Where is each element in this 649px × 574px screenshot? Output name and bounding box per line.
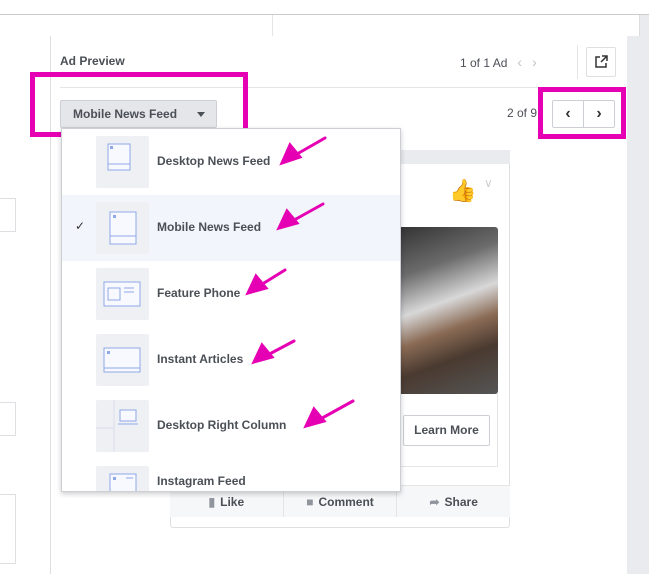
share-label: Share <box>444 494 478 509</box>
like-page-icon[interactable]: 👍 <box>449 178 476 204</box>
external-link-icon <box>595 55 608 68</box>
divider <box>577 45 578 79</box>
menu-item-mobile-news-feed[interactable]: ✓ Mobile News Feed <box>62 195 400 261</box>
ad-count: 1 of 1 Ad ‹ › <box>460 54 537 70</box>
menu-item-label: Instagram Feed <box>157 474 246 488</box>
comment-icon: ■ <box>306 494 314 509</box>
menu-item-label: Feature Phone <box>157 286 241 300</box>
menu-item-desktop-right-column[interactable]: Desktop Right Column <box>62 393 400 459</box>
input-fragment[interactable] <box>0 198 16 232</box>
preview-page-count: 2 of 9 <box>507 106 538 120</box>
top-strip <box>0 15 640 36</box>
input-fragment[interactable] <box>0 494 16 564</box>
desktop-right-column-thumbnail <box>96 400 149 452</box>
menu-item-feature-phone[interactable]: Feature Phone <box>62 261 400 327</box>
placement-menu: Desktop News Feed ✓ Mobile News Feed Fea… <box>61 128 401 492</box>
comment-label: Comment <box>318 494 374 509</box>
desktop-news-feed-thumbnail <box>96 136 149 188</box>
chevron-down-icon[interactable]: ∨ <box>484 176 493 190</box>
share-button[interactable]: ➦ Share <box>397 486 510 517</box>
check-icon: ✓ <box>75 219 86 233</box>
share-icon: ➦ <box>429 494 440 509</box>
menu-item-label: Instant Articles <box>157 352 244 366</box>
menu-item-desktop-news-feed[interactable]: Desktop News Feed <box>62 129 400 195</box>
open-external-button[interactable] <box>586 47 616 77</box>
menu-item-label: Mobile News Feed <box>157 220 262 234</box>
menu-item-instant-articles[interactable]: Instant Articles <box>62 327 400 393</box>
panel-title: Ad Preview <box>60 54 125 68</box>
feature-phone-thumbnail <box>96 268 149 320</box>
ad-image <box>398 227 498 394</box>
input-fragment[interactable] <box>0 402 16 436</box>
instant-articles-thumbnail <box>96 334 149 386</box>
instagram-feed-thumbnail <box>96 466 149 491</box>
mobile-news-feed-thumbnail <box>96 202 149 254</box>
menu-item-instagram-feed[interactable]: Instagram Feed <box>62 459 400 491</box>
next-ad-icon[interactable]: › <box>532 54 537 70</box>
highlight-box <box>538 87 626 139</box>
like-icon: ▮ <box>208 494 216 509</box>
ad-count-text: 1 of 1 Ad <box>460 56 508 70</box>
prev-ad-icon[interactable]: ‹ <box>517 54 522 70</box>
like-label: Like <box>220 494 245 509</box>
menu-item-label: Desktop News Feed <box>157 154 271 168</box>
learn-more-button[interactable]: Learn More <box>403 415 490 446</box>
menu-item-label: Desktop Right Column <box>157 418 287 432</box>
top-bar <box>0 0 649 15</box>
